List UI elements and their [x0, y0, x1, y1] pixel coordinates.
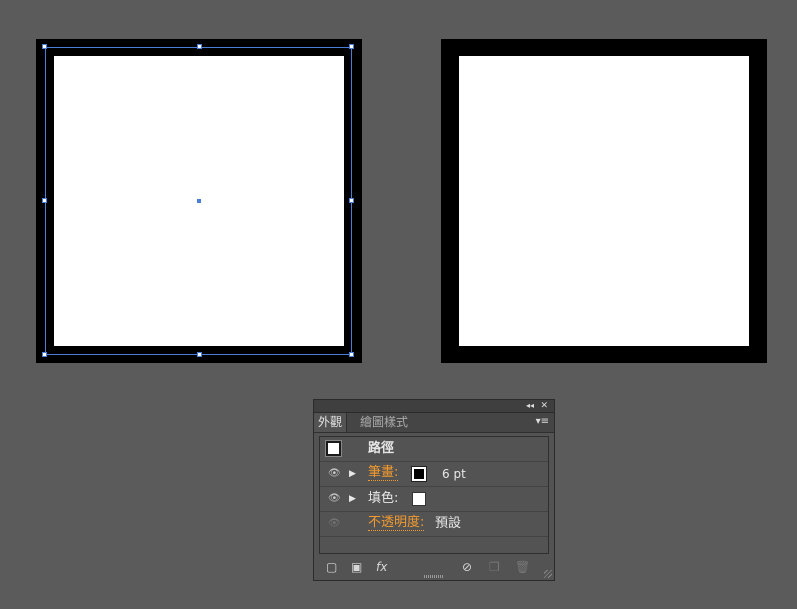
stroke-weight-value[interactable]: 6 pt	[442, 466, 466, 482]
object-row[interactable]: 路徑	[320, 437, 548, 462]
eye-icon[interactable]: 👁	[328, 493, 341, 505]
close-panel-icon[interactable]: ✕	[540, 400, 548, 412]
disclosure-triangle-icon[interactable]: ▶	[349, 468, 356, 480]
selection-center-point	[197, 199, 201, 203]
selection-handle-top-center[interactable]	[197, 44, 202, 49]
panel-bottom-toolbar: ▢ ▣ fx ⊘ ❐ 🗑	[314, 556, 554, 580]
resize-handle[interactable]	[544, 570, 552, 578]
panel-titlebar[interactable]: ◂◂ ✕	[314, 400, 554, 413]
stroke-row[interactable]: 👁 ▶ 筆畫: 6 pt	[320, 462, 548, 487]
fill-row[interactable]: 👁 ▶ 填色:	[320, 487, 548, 512]
panel-menu-icon[interactable]: ▾≡	[536, 416, 549, 427]
selection-handle-bottom-left[interactable]	[42, 352, 47, 357]
fill-color-swatch[interactable]	[412, 492, 426, 506]
add-new-fill-icon[interactable]: ▣	[351, 560, 362, 574]
object-type-label: 路徑	[368, 441, 395, 456]
selection-handle-middle-right[interactable]	[349, 198, 354, 203]
selection-handle-top-left[interactable]	[42, 44, 47, 49]
object-thumbnail	[325, 440, 342, 457]
opacity-row[interactable]: 👁 不透明度: 預設	[320, 512, 548, 537]
appearance-panel: ◂◂ ✕ 外觀 繪圖樣式 ▾≡ 路徑 👁 ▶ 筆畫: 6 pt 👁 ▶ 填色: …	[313, 399, 555, 581]
eye-icon[interactable]: 👁	[328, 468, 341, 480]
panel-tabs: 外觀 繪圖樣式 ▾≡	[314, 413, 554, 433]
clear-appearance-icon[interactable]: ⊘	[462, 560, 472, 574]
opacity-value: 預設	[435, 516, 462, 531]
fill-label: 填色:	[368, 491, 399, 506]
trash-icon: 🗑	[515, 560, 531, 574]
tab-appearance[interactable]: 外觀	[314, 413, 348, 432]
unselected-square-shape[interactable]	[441, 39, 767, 363]
stroke-color-swatch[interactable]	[411, 466, 427, 482]
collapse-panel-icon[interactable]: ◂◂	[526, 400, 534, 412]
selection-handle-top-right[interactable]	[349, 44, 354, 49]
selection-handle-bottom-center[interactable]	[197, 352, 202, 357]
duplicate-item-icon: ❐	[489, 560, 500, 574]
eye-icon: 👁	[328, 518, 341, 529]
panel-grip[interactable]	[424, 575, 444, 578]
disclosure-triangle-icon[interactable]: ▶	[349, 493, 356, 505]
stroke-label-link[interactable]: 筆畫:	[368, 466, 399, 481]
add-new-stroke-icon[interactable]: ▢	[326, 560, 337, 574]
tab-graphic-styles[interactable]: 繪圖樣式	[356, 413, 412, 432]
appearance-list: 路徑 👁 ▶ 筆畫: 6 pt 👁 ▶ 填色: 👁 不透明度: 預設	[319, 436, 549, 554]
fx-icon[interactable]: fx	[376, 560, 387, 574]
selection-handle-middle-left[interactable]	[42, 198, 47, 203]
opacity-label-link[interactable]: 不透明度:	[368, 516, 425, 531]
selection-handle-bottom-right[interactable]	[349, 352, 354, 357]
